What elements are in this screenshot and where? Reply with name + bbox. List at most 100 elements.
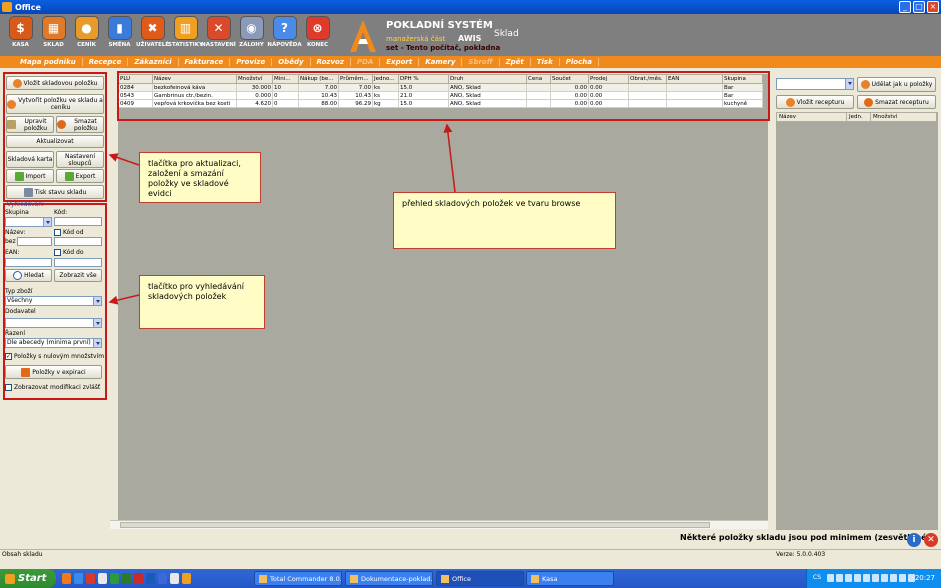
taskbar-task[interactable]: Total Commander 8.0... [254,571,342,586]
code-from-checkbox[interactable] [54,229,61,236]
start-button[interactable]: Start [0,569,56,588]
toolbar-item-shift[interactable]: ▮ SMĚNA [103,16,136,48]
name-input[interactable] [17,237,52,246]
recipe-column-header[interactable]: Název [776,112,847,122]
code-from-input[interactable] [54,237,102,246]
scrollbar-thumb[interactable] [120,522,710,528]
export-button[interactable]: Export [56,169,104,183]
quick-launch-icon[interactable] [170,573,179,584]
minimize-button[interactable]: _ [899,1,911,13]
recipe-grid[interactable]: Název Jedn. Množství [776,112,938,530]
quick-launch-icon[interactable] [62,573,71,584]
supplier-select[interactable] [5,318,102,328]
menu-item-0[interactable]: Mapa podniku [14,58,83,66]
toolbar-item-backup[interactable]: ◉ ZÁLOHY [235,16,268,48]
refresh-button[interactable]: Aktualizovat [6,135,104,148]
app-header: $ KASA ▦ SKLAD ● CENÍK ▮ SMĚNA ✖ UŽIVATELÉ ▥ STATIS… [0,14,941,56]
taskbar-task[interactable]: Office [436,571,524,586]
column-settings-label: Nastavení sloupců [64,152,96,167]
menu-item-3[interactable]: Fakturace [179,58,231,66]
menu-item-12[interactable]: Tisk [531,58,560,66]
menu-item-2[interactable]: Zákazníci [128,58,179,66]
toolbar-item-exit[interactable]: ⊗ KONEC [301,16,334,48]
zero-qty-checkbox[interactable]: ✓ [5,353,12,360]
quick-launch-icon[interactable] [146,573,155,584]
menu-item-8[interactable]: Export [380,58,420,66]
quick-launch-icon[interactable] [110,573,119,584]
grid-horizontal-scrollbar[interactable] [110,520,768,529]
toolbar-item-price-list[interactable]: ● CENÍK [70,16,103,48]
menu-item-11[interactable]: Zpět [500,58,531,66]
quick-launch-icon[interactable] [98,573,107,584]
toolbar-label: CENÍK [77,42,96,48]
tray-icon[interactable] [890,574,897,582]
search-button[interactable]: Hledat [5,269,52,282]
toolbar-item-statistics[interactable]: ▥ STATISTIKY [168,16,203,48]
tray-icon[interactable] [836,574,843,582]
tray-icon[interactable] [827,574,834,582]
menu-item-1[interactable]: Recepce [83,58,129,66]
close-window-button[interactable]: × [927,1,939,13]
tray-icon[interactable] [863,574,870,582]
ean-input[interactable] [5,258,52,267]
menu-item-9[interactable]: Kamery [419,58,463,66]
show-modifications-checkbox[interactable] [5,384,12,391]
toolbar-item-settings[interactable]: ✕ NASTAVENÍ [201,16,236,48]
quick-launch-icon[interactable] [86,573,95,584]
menu-item-6[interactable]: Rozvoz [311,58,351,66]
code-to-checkbox[interactable] [54,249,61,256]
toolbar-item-help[interactable]: ? NÁPOVĚDA [267,16,302,48]
code-input[interactable] [54,217,102,226]
recipe-column-header[interactable]: Množství [870,112,937,122]
tray-icon[interactable] [872,574,879,582]
stock-card-button[interactable]: Skladová karta [6,151,54,168]
taskbar-task[interactable]: Dokumentace-poklad... [345,571,433,586]
toolbar-item-cash-register[interactable]: $ KASA [4,16,37,48]
recipe-column-header[interactable]: Jedn. [846,112,871,122]
stop-icon[interactable]: ✕ [924,533,938,547]
chevron-down-icon [93,339,101,347]
quick-launch-icon[interactable] [182,573,191,584]
make-like-item-button[interactable]: Udělat jak u položky [857,77,936,92]
group-select[interactable] [5,217,52,227]
quick-launch-icon[interactable] [134,573,143,584]
add-recipe-button[interactable]: Vložit recepturu [776,95,854,109]
quick-launch-icon[interactable] [74,573,83,584]
import-button[interactable]: Import [6,169,54,183]
edit-item-button[interactable]: Upravit položku [6,116,54,133]
tray-icon[interactable] [854,574,861,582]
show-all-button[interactable]: Zobrazit vše [54,269,102,282]
toolbar-item-users[interactable]: ✖ UŽIVATELÉ [136,16,169,48]
menu-item-13[interactable]: Plocha [560,58,599,66]
print-icon [23,187,33,197]
expired-items-button[interactable]: Položky v expiraci [5,365,102,379]
quick-launch-icon[interactable] [158,573,167,584]
taskbar-task[interactable]: Kasa [526,571,614,586]
tray-icon[interactable] [899,574,906,582]
create-item-stock-price-button[interactable]: Vytvořit položku ve skladu a ceníku [6,94,104,114]
chevron-down-icon [93,297,101,305]
code-to-input[interactable] [54,258,102,267]
users-icon: ✖ [140,16,165,40]
language-indicator[interactable]: CS [813,574,821,581]
info-icon[interactable]: i [907,533,921,547]
menu-item-4[interactable]: Provize [230,58,273,66]
goods-type-select[interactable]: Všechny [5,296,102,306]
task-label: Dokumentace-poklad... [361,574,433,583]
column-settings-button[interactable]: Nastavení sloupců [56,151,104,168]
recipe-select[interactable] [776,78,854,90]
sort-select[interactable]: Dle abecedy (minima první) [5,338,102,348]
maximize-button[interactable]: □ [913,1,925,13]
tray-icon[interactable] [845,574,852,582]
show-all-label: Zobrazit vše [59,272,97,279]
code-to-label: Kód do [63,249,84,256]
add-stock-item-button[interactable]: Vložit skladovou položku [6,76,104,90]
delete-item-button[interactable]: Smazat položku [56,116,104,133]
chevron-down-icon [93,319,101,327]
print-stock-button[interactable]: Tisk stavu skladu [6,185,104,199]
menu-item-5[interactable]: Obědy [272,58,311,66]
quick-launch-icon[interactable] [122,573,131,584]
tray-icon[interactable] [881,574,888,582]
toolbar-item-warehouse[interactable]: ▦ SKLAD [37,16,70,48]
delete-recipe-button[interactable]: Smazat recepturu [857,95,936,109]
